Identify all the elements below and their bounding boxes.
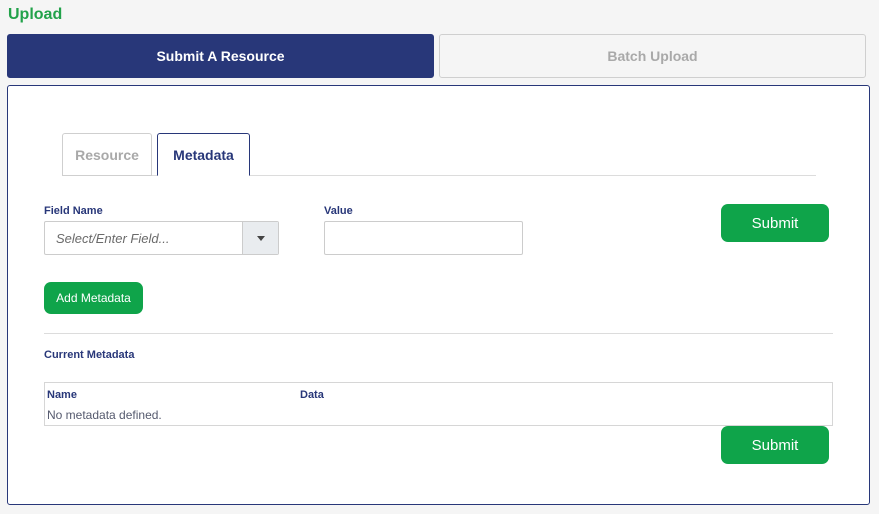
column-header-data: Data xyxy=(300,389,324,401)
chevron-down-icon xyxy=(256,235,265,241)
field-name-label: Field Name xyxy=(44,205,103,217)
tab-batch-upload[interactable]: Batch Upload xyxy=(439,34,866,78)
metadata-table: Name Data No metadata defined. xyxy=(44,382,833,426)
submit-button-top[interactable]: Submit xyxy=(721,204,829,242)
add-metadata-button[interactable]: Add Metadata xyxy=(44,282,143,314)
empty-table-message: No metadata defined. xyxy=(47,408,162,422)
tab-metadata[interactable]: Metadata xyxy=(157,133,250,176)
field-name-dropdown-button[interactable] xyxy=(242,222,278,254)
value-label: Value xyxy=(324,205,353,217)
current-metadata-heading: Current Metadata xyxy=(44,349,135,361)
tab-submit-resource[interactable]: Submit A Resource xyxy=(7,34,434,78)
section-divider xyxy=(44,333,833,334)
field-name-input[interactable] xyxy=(45,222,243,254)
tab-resource[interactable]: Resource xyxy=(62,133,152,176)
value-input[interactable] xyxy=(324,221,523,255)
field-name-combobox[interactable] xyxy=(44,221,279,255)
submit-button-bottom[interactable]: Submit xyxy=(721,426,829,464)
page-title: Upload xyxy=(8,6,63,23)
upload-panel: Resource Metadata Field Name Value Submi… xyxy=(7,85,870,505)
column-header-name: Name xyxy=(47,389,77,401)
